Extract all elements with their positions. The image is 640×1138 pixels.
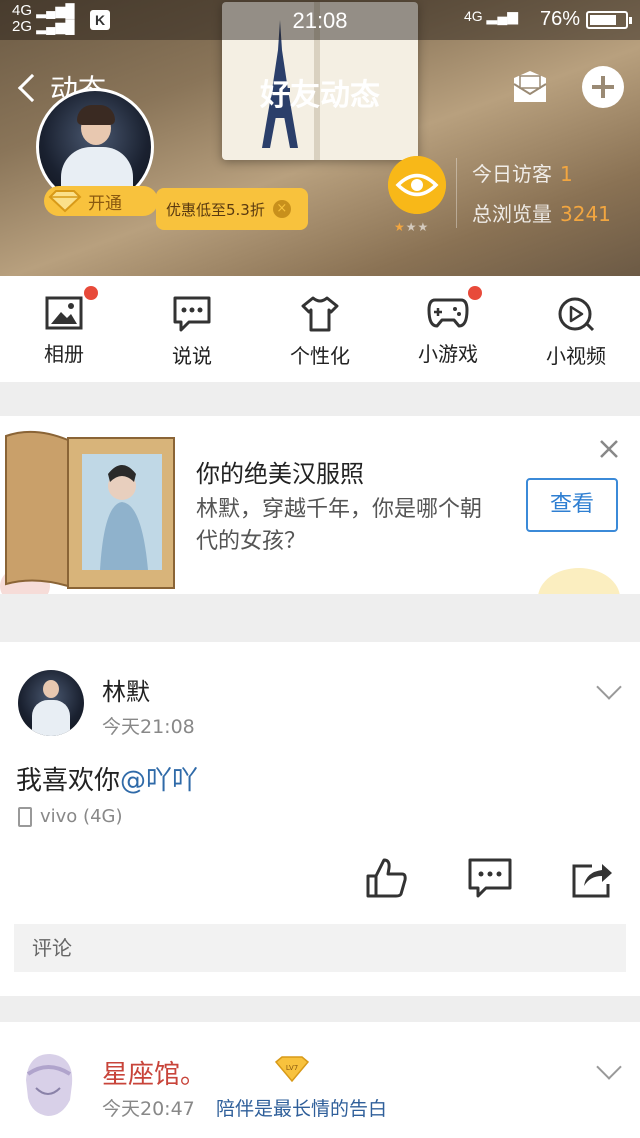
shortcut-personalize[interactable]: 个性化 — [256, 276, 384, 382]
decoration — [538, 568, 620, 594]
shortcut-video[interactable]: 小视频 — [512, 276, 640, 382]
visitors-stat[interactable]: 今日访客 1 — [472, 158, 573, 187]
star-rating: ★★★ — [394, 220, 429, 234]
divider — [456, 158, 457, 228]
ad-subtitle: 林默，穿越千年，你是哪个朝代的女孩？ — [196, 497, 483, 554]
shortcut-shuoshuo[interactable]: 说说 — [128, 276, 256, 382]
chevron-down-icon[interactable] — [596, 674, 622, 700]
network-type-right: 4G ▂▄▆ — [463, 8, 518, 24]
post-content: 我喜欢你@吖吖 — [16, 760, 198, 797]
views-label: 总浏览量 — [472, 202, 552, 226]
shortcut-album[interactable]: 相册 — [0, 276, 128, 382]
visitors-label: 今日访客 — [472, 162, 552, 186]
vip-activate-button[interactable]: 开通 — [44, 186, 158, 216]
level-badge-icon: LV7 — [274, 1056, 310, 1082]
gamepad-icon — [427, 298, 469, 328]
tshirt-icon — [301, 296, 339, 332]
ad-card[interactable]: 你的绝美汉服照 林默，穿越千年，你是哪个朝代的女孩？ 查看 — [0, 416, 640, 594]
share-icon[interactable] — [570, 856, 614, 900]
diamond-icon — [48, 190, 82, 213]
views-value: 3241 — [560, 202, 611, 226]
video-play-icon — [558, 297, 595, 332]
add-button[interactable] — [582, 66, 624, 108]
visitor-eye-icon[interactable] — [388, 156, 446, 214]
photo-album-icon — [45, 296, 83, 330]
post-mention-link[interactable]: @吖吖 — [120, 766, 198, 796]
comment-icon[interactable] — [468, 856, 512, 900]
device-label: vivo (4G) — [40, 806, 123, 827]
post-text: 我喜欢你 — [16, 766, 121, 796]
chat-bubble-icon — [173, 296, 211, 332]
mail-icon[interactable] — [510, 70, 550, 104]
like-icon[interactable] — [364, 856, 408, 900]
avatar[interactable] — [18, 1050, 78, 1120]
shortcut-label: 小视频 — [546, 344, 606, 368]
close-icon[interactable] — [598, 438, 620, 460]
visitors-value: 1 — [560, 162, 573, 186]
notification-dot — [468, 286, 482, 300]
promo-text: 优惠低至5.3折 — [166, 200, 265, 219]
comment-input[interactable]: 评论 — [14, 924, 626, 972]
shortcut-label: 相册 — [44, 342, 84, 366]
star-icon: ★ — [394, 220, 406, 234]
vip-label: 开通 — [88, 193, 122, 214]
post-device: vivo (4G) — [18, 806, 123, 827]
avatar[interactable] — [18, 670, 84, 736]
shortcut-label: 小游戏 — [418, 342, 478, 366]
battery-percent: 76% — [539, 8, 580, 30]
shortcut-bar: 相册 说说 个性化 小游戏 小视频 — [0, 276, 640, 382]
chevron-down-icon[interactable] — [596, 1054, 622, 1080]
star-icon: ★ — [417, 220, 430, 234]
post-signature: 陪伴是最长情的告白 — [216, 1098, 388, 1120]
feed-post: 林默 今天21:08 我喜欢你@吖吖 vivo (4G) 评论 — [0, 642, 640, 996]
promo-badge[interactable]: 优惠低至5.3折 × — [156, 188, 308, 230]
post-timestamp: 今天20:47 — [102, 1098, 195, 1120]
book-photo-image — [5, 430, 175, 589]
notification-dot — [84, 286, 98, 300]
post-timestamp: 今天21:08 — [102, 716, 195, 738]
post-author-name[interactable]: 星座馆。 — [102, 1054, 206, 1091]
post-author-name[interactable]: 林默 — [102, 672, 150, 707]
battery-icon — [586, 11, 632, 29]
views-stat[interactable]: 总浏览量 3241 — [472, 198, 611, 227]
phone-icon — [18, 806, 32, 827]
ad-title: 你的绝美汉服照 — [196, 460, 364, 488]
star-icon: ★ — [405, 220, 418, 234]
feed-post: 星座馆。 LV7 今天20:47 陪伴是最长情的告白 — [0, 1022, 640, 1138]
view-button[interactable]: 查看 — [526, 478, 618, 532]
svg-text:LV7: LV7 — [286, 1064, 298, 1072]
shortcut-games[interactable]: 小游戏 — [384, 276, 512, 382]
shortcut-label: 说说 — [172, 344, 212, 368]
profile-header: 4G ▂▄▆█ 2G ▂▄▆█ K 21:08 4G ▂▄▆ 76% 动态 好友… — [0, 0, 640, 276]
status-bar: 4G ▂▄▆█ 2G ▂▄▆█ K 21:08 4G ▂▄▆ 76% — [0, 0, 640, 40]
shortcut-label: 个性化 — [290, 344, 350, 368]
close-icon[interactable]: × — [272, 200, 291, 218]
